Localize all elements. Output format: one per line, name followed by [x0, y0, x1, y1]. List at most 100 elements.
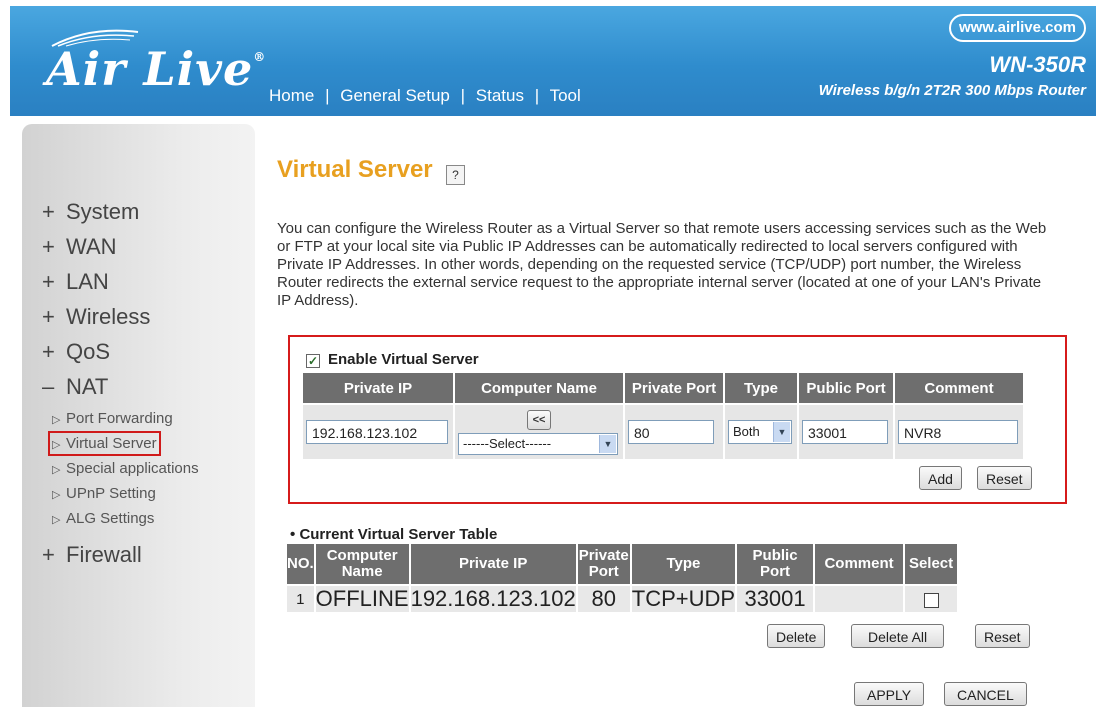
top-nav: Home | General Setup | Status | Tool — [269, 86, 581, 106]
apply-button[interactable]: APPLY — [854, 682, 925, 706]
expand-icon: + — [42, 304, 55, 329]
page-title: Virtual Server — [277, 156, 433, 183]
computer-name-select[interactable]: ------Select------ ▼ — [458, 432, 618, 455]
private-port-input[interactable]: 80 — [628, 420, 714, 444]
header-public-port: Public Port — [799, 373, 893, 403]
expand-icon: + — [42, 339, 55, 364]
sidebar: + System + WAN + LAN + Wireless + QoS – NAT ▷ P… — [22, 124, 255, 707]
reset-form-button[interactable]: Reset — [977, 466, 1032, 490]
cell-private-ip: 192.168.123.102 — [410, 586, 576, 612]
header-private-port: Private Port — [625, 373, 723, 403]
nav-tool[interactable]: Tool — [550, 86, 581, 105]
sidebar-item-label: NAT — [66, 374, 109, 399]
sidebar-menu: + System + WAN + LAN + Wireless + QoS – NAT ▷ P… — [42, 194, 262, 572]
page-description: You can configure the Wireless Router as… — [277, 220, 1047, 309]
col-private-ip: Private IP — [410, 544, 576, 584]
delete-button[interactable]: Delete — [767, 624, 826, 648]
col-select: Select — [905, 544, 958, 584]
expand-icon: + — [42, 542, 55, 567]
current-virtual-server-table: NO. Computer Name Private IP Private Por… — [285, 542, 959, 614]
triangle-right-icon: ▷ — [52, 464, 61, 476]
triangle-right-icon: ▷ — [52, 514, 61, 526]
type-select[interactable]: Both ▼ — [728, 420, 792, 444]
cell-type: TCP+UDP — [631, 586, 736, 612]
sidebar-item-label: Wireless — [66, 304, 151, 329]
help-icon[interactable]: ? — [446, 165, 465, 185]
sidebar-item-label: QoS — [66, 339, 111, 364]
col-computer-name: Computer Name — [315, 544, 409, 584]
sidebar-item-wan[interactable]: + WAN — [42, 229, 262, 264]
reset-table-button[interactable]: Reset — [975, 624, 1030, 648]
sidebar-item-label: System — [66, 199, 140, 224]
select-value: Both — [733, 424, 760, 439]
sidebar-item-system[interactable]: + System — [42, 194, 262, 229]
cell-no: 1 — [287, 586, 314, 612]
sidebar-item-lan[interactable]: + LAN — [42, 264, 262, 299]
cell-computer-name: OFFLINE — [315, 586, 409, 612]
table-row: 1 OFFLINE 192.168.123.102 80 TCP+UDP 330… — [287, 586, 958, 612]
select-value: ------Select------ — [463, 435, 552, 451]
nav-status[interactable]: Status — [476, 86, 524, 105]
add-button[interactable]: Add — [919, 466, 962, 490]
header-type: Type — [725, 373, 797, 403]
model-name: WN-350R — [989, 52, 1086, 77]
submenu-upnp-setting[interactable]: ▷ UPnP Setting — [52, 481, 262, 506]
submenu-special-applications[interactable]: ▷ Special applications — [52, 456, 262, 481]
submenu-alg-settings[interactable]: ▷ ALG Settings — [52, 506, 262, 531]
header-banner: Air Live® Home | General Setup | Status … — [10, 6, 1096, 116]
submenu-virtual-server[interactable]: ▷ Virtual Server — [48, 431, 161, 456]
nav-separator: | — [325, 86, 330, 105]
current-table-title: • Current Virtual Server Table — [290, 526, 497, 543]
expand-icon: + — [42, 269, 55, 294]
sidebar-item-nat[interactable]: – NAT — [42, 369, 262, 404]
nav-separator: | — [534, 86, 540, 105]
sidebar-item-label: Firewall — [66, 542, 142, 567]
submenu-label: Special applications — [66, 460, 199, 477]
submenu-label: Virtual Server — [66, 435, 157, 452]
virtual-server-form: ✓ Enable Virtual Server Private IP Comput… — [288, 335, 1067, 504]
copy-name-button[interactable]: << — [527, 409, 551, 430]
sidebar-item-label: WAN — [66, 234, 117, 259]
triangle-right-icon: ▷ — [52, 439, 61, 451]
enable-label: Enable Virtual Server — [328, 351, 479, 368]
submenu-port-forwarding[interactable]: ▷ Port Forwarding — [52, 406, 262, 431]
website-link[interactable]: www.airlive.com — [949, 14, 1086, 42]
col-comment: Comment — [815, 544, 904, 584]
col-no: NO. — [287, 544, 314, 584]
cell-comment — [815, 586, 904, 612]
nav-home[interactable]: Home — [269, 86, 314, 105]
sidebar-item-wireless[interactable]: + Wireless — [42, 299, 262, 334]
cell-public-port: 33001 — [737, 586, 814, 612]
airlive-logo[interactable]: Air Live® — [46, 42, 266, 96]
triangle-right-icon: ▷ — [52, 489, 61, 501]
header-computer-name: Computer Name — [455, 373, 623, 403]
sidebar-item-firewall[interactable]: + Firewall — [42, 537, 262, 572]
public-port-input[interactable]: 33001 — [802, 420, 888, 444]
header-comment: Comment — [895, 373, 1023, 403]
sidebar-item-qos[interactable]: + QoS — [42, 334, 262, 369]
model-description: Wireless b/g/n 2T2R 300 Mbps Router — [818, 82, 1086, 99]
cell-private-port: 80 — [577, 586, 630, 612]
comment-input[interactable]: NVR8 — [898, 420, 1018, 444]
expand-icon: + — [42, 234, 55, 259]
enable-virtual-server[interactable]: ✓ Enable Virtual Server — [306, 351, 479, 368]
bullet: • — [290, 526, 296, 543]
enable-checkbox[interactable]: ✓ — [306, 354, 320, 368]
header-private-ip: Private IP — [303, 373, 453, 403]
triangle-right-icon: ▷ — [52, 414, 61, 426]
row-select-checkbox[interactable] — [923, 592, 939, 608]
private-ip-input[interactable]: 192.168.123.102 — [306, 420, 448, 444]
nav-separator: | — [460, 86, 466, 105]
form-table: Private IP Computer Name Private Port Ty… — [301, 371, 1025, 461]
sidebar-item-label: LAN — [66, 269, 109, 294]
cancel-button[interactable]: CANCEL — [944, 682, 1027, 706]
submenu-label: Port Forwarding — [66, 410, 173, 427]
logo-text: Air Live — [46, 42, 254, 96]
nav-general-setup[interactable]: General Setup — [340, 86, 450, 105]
current-table-title-text: Current Virtual Server Table — [299, 526, 498, 543]
submenu-label: UPnP Setting — [66, 485, 156, 502]
col-public-port: Public Port — [737, 544, 814, 584]
nat-submenu: ▷ Port Forwarding ▷ Virtual Server ▷ Specia… — [48, 406, 262, 531]
collapse-icon: – — [42, 374, 55, 399]
delete-all-button[interactable]: Delete All — [851, 624, 945, 648]
